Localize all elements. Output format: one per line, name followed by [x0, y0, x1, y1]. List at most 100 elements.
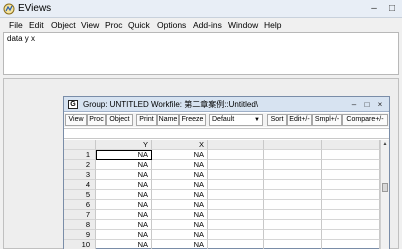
cell-empty[interactable] [322, 200, 380, 210]
cell-empty[interactable] [208, 230, 264, 240]
name-button[interactable]: Name [157, 114, 179, 126]
cell-x[interactable]: NA [152, 210, 208, 220]
cell-empty[interactable] [208, 210, 264, 220]
menu-add-ins[interactable]: Add-ins [193, 20, 222, 31]
menu-object[interactable]: Object [51, 20, 76, 31]
minimize-button[interactable]: – [367, 2, 381, 15]
row-header[interactable]: 8 [64, 220, 96, 230]
cell-empty[interactable] [208, 150, 264, 160]
row-header[interactable]: 9 [64, 230, 96, 240]
cell-x[interactable]: NA [152, 170, 208, 180]
row-header[interactable]: 1 [64, 150, 96, 160]
proc-button[interactable]: Proc [87, 114, 106, 126]
cell-x[interactable]: NA [152, 160, 208, 170]
command-text: data y x [7, 34, 36, 43]
cell-empty[interactable] [264, 170, 322, 180]
cell-y[interactable]: NA [96, 180, 152, 190]
format-select[interactable]: Default ▼ [209, 114, 263, 126]
menu-quick[interactable]: Quick [128, 20, 150, 31]
menu-file[interactable]: File [9, 20, 23, 31]
group-maximize-button[interactable]: □ [362, 99, 372, 110]
cell-y[interactable]: NA [96, 220, 152, 230]
menu-options[interactable]: Options [157, 20, 186, 31]
object-button[interactable]: Object [106, 114, 133, 126]
cell-empty[interactable] [208, 160, 264, 170]
cell-edit-field[interactable] [64, 128, 389, 139]
cell-empty[interactable] [208, 220, 264, 230]
column-header-y[interactable]: Y [96, 140, 152, 150]
cell-empty[interactable] [264, 220, 322, 230]
cell-x[interactable]: NA [152, 200, 208, 210]
cell-y[interactable]: NA [96, 160, 152, 170]
cell-x[interactable]: NA [152, 190, 208, 200]
group-window: G Group: UNTITLED Workfile: 第二章案例::Untit… [63, 96, 390, 249]
column-header-empty[interactable] [208, 140, 264, 150]
group-minimize-button[interactable]: – [349, 99, 359, 110]
smpl-toggle-button[interactable]: Smpl+/- [312, 114, 342, 126]
cell-empty[interactable] [322, 240, 380, 249]
cell-y[interactable]: NA [96, 190, 152, 200]
cell-empty[interactable] [264, 180, 322, 190]
cell-empty[interactable] [208, 180, 264, 190]
view-button[interactable]: View [65, 114, 87, 126]
group-title-bar[interactable]: G Group: UNTITLED Workfile: 第二章案例::Untit… [64, 97, 389, 112]
menu-window[interactable]: Window [228, 20, 258, 31]
row-header[interactable]: 5 [64, 190, 96, 200]
cell-y[interactable]: NA [96, 240, 152, 249]
cell-y[interactable]: NA [96, 210, 152, 220]
maximize-button[interactable]: □ [385, 2, 399, 15]
menu-help[interactable]: Help [264, 20, 281, 31]
compare-toggle-button[interactable]: Compare+/- [342, 114, 388, 126]
cell-y[interactable]: NA [96, 150, 152, 160]
edit-toggle-button[interactable]: Edit+/- [287, 114, 312, 126]
row-header[interactable]: 10 [64, 240, 96, 249]
row-header[interactable]: 4 [64, 180, 96, 190]
row-header[interactable]: 6 [64, 200, 96, 210]
scrollbar-thumb[interactable] [382, 183, 388, 192]
row-header[interactable]: 2 [64, 160, 96, 170]
print-button[interactable]: Print [136, 114, 157, 126]
menu-edit[interactable]: Edit [29, 20, 44, 31]
scroll-up-arrow-icon[interactable]: ▲ [381, 140, 389, 148]
cell-empty[interactable] [322, 170, 380, 180]
cell-empty[interactable] [264, 190, 322, 200]
cell-x[interactable]: NA [152, 240, 208, 249]
column-header-x[interactable]: X [152, 140, 208, 150]
cell-empty[interactable] [264, 240, 322, 249]
menu-view[interactable]: View [81, 20, 99, 31]
cell-empty[interactable] [322, 230, 380, 240]
cell-empty[interactable] [322, 150, 380, 160]
command-window[interactable]: data y x [3, 32, 399, 75]
vertical-scrollbar[interactable]: ▲ [380, 140, 389, 249]
freeze-button[interactable]: Freeze [179, 114, 206, 126]
menu-proc[interactable]: Proc [105, 20, 122, 31]
column-header-empty[interactable] [322, 140, 380, 150]
cell-x[interactable]: NA [152, 230, 208, 240]
cell-x[interactable]: NA [152, 180, 208, 190]
cell-empty[interactable] [322, 210, 380, 220]
sort-button[interactable]: Sort [267, 114, 287, 126]
row-header[interactable]: 7 [64, 210, 96, 220]
cell-empty[interactable] [208, 190, 264, 200]
column-header-empty[interactable] [264, 140, 322, 150]
cell-empty[interactable] [208, 170, 264, 180]
cell-empty[interactable] [208, 200, 264, 210]
cell-y[interactable]: NA [96, 230, 152, 240]
cell-empty[interactable] [264, 210, 322, 220]
group-close-button[interactable]: × [375, 99, 385, 110]
cell-empty[interactable] [264, 150, 322, 160]
cell-empty[interactable] [208, 240, 264, 249]
cell-x[interactable]: NA [152, 220, 208, 230]
cell-empty[interactable] [322, 180, 380, 190]
cell-empty[interactable] [322, 220, 380, 230]
corner-cell[interactable] [64, 140, 96, 150]
cell-empty[interactable] [322, 160, 380, 170]
row-header[interactable]: 3 [64, 170, 96, 180]
cell-y[interactable]: NA [96, 170, 152, 180]
cell-empty[interactable] [264, 230, 322, 240]
cell-empty[interactable] [322, 190, 380, 200]
cell-y[interactable]: NA [96, 200, 152, 210]
cell-empty[interactable] [264, 200, 322, 210]
cell-empty[interactable] [264, 160, 322, 170]
cell-x[interactable]: NA [152, 150, 208, 160]
